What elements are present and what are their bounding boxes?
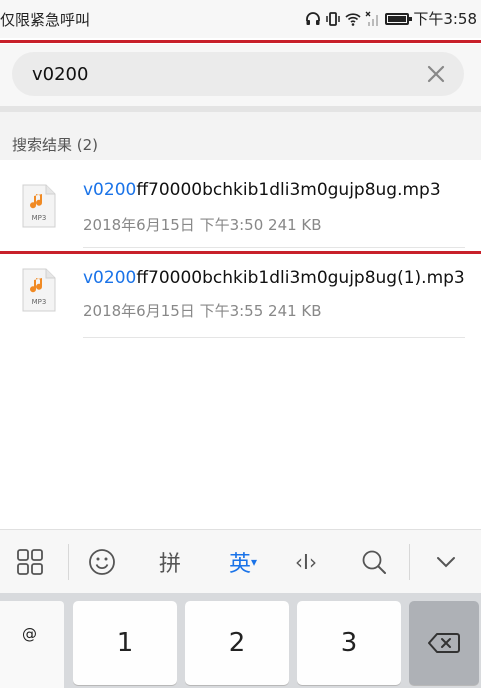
pinyin-mode-button[interactable]: 拼 [148,530,192,593]
emoji-icon[interactable] [80,530,124,593]
english-mode-arrow: ▾ [250,554,258,569]
results-count-label: 搜索结果 (2) [12,136,99,154]
toolbar-separator [68,544,69,580]
file-name: v0200ff70000bchkib1dli3m0gujp8ug(1).mp3 [83,268,468,288]
list-item[interactable]: MP3 v0200ff70000bchkib1dli3m0gujp8ug(1).… [0,254,481,338]
file-name-highlight: v0200 [83,180,137,200]
key-1[interactable]: 1 [73,601,177,685]
file-name-rest: ff70000bchkib1dli3m0gujp8ug(1).mp3 [136,268,465,288]
file-name-highlight: v0200 [83,268,137,288]
search-area [0,44,481,106]
toolbar-separator [409,544,410,580]
file-name: v0200ff70000bchkib1dli3m0gujp8ug.mp3 [83,180,468,200]
item-divider [83,337,465,338]
results-header: 搜索结果 (2) [0,112,481,160]
keyboard-keys: @ 1 2 3 [0,593,481,688]
delete-key[interactable] [409,601,479,685]
key-3[interactable]: 3 [297,601,401,685]
status-bar: 仅限紧急呼叫 下午3:58 [0,0,481,38]
headphones-icon [306,11,321,25]
keyboard-toolbar: 拼 英 ▾ ‹I› [0,529,481,593]
close-icon[interactable] [424,62,448,86]
wifi-icon [345,12,361,26]
english-mode-button[interactable]: 英 ▾ [218,530,268,593]
symbol-at-key[interactable]: @ [22,625,37,643]
mp3-file-icon: MP3 [22,268,56,312]
red-highlight-line [0,40,481,43]
file-type-label: MP3 [32,298,47,306]
list-item[interactable]: MP3 v0200ff70000bchkib1dli3m0gujp8ug.mp3… [0,162,481,248]
cursor-move-icon[interactable]: ‹I› [284,530,328,593]
status-icons: 下午3:58 [305,8,477,29]
carrier-text: 仅限紧急呼叫 [0,11,91,29]
vibrate-icon [326,11,341,26]
search-box[interactable] [12,52,464,96]
file-meta: 2018年6月15日 下午3:50 241 KB [83,216,322,234]
status-time: 下午3:58 [413,10,477,28]
english-mode-label: 英 [228,551,251,577]
symbol-panel[interactable]: @ [0,601,64,688]
backspace-icon [428,633,460,653]
mp3-file-icon: MP3 [22,184,56,228]
grid-menu-icon[interactable] [8,530,52,593]
file-meta: 2018年6月15日 下午3:55 241 KB [83,302,322,320]
file-name-rest: ff70000bchkib1dli3m0gujp8ug.mp3 [136,180,441,200]
search-input[interactable] [32,52,422,96]
file-type-label: MP3 [32,214,47,222]
no-signal-icon [365,11,379,26]
key-2[interactable]: 2 [185,601,289,685]
battery-icon [385,12,413,25]
item-divider [83,247,465,248]
search-icon[interactable] [352,530,396,593]
collapse-keyboard-icon[interactable] [424,530,468,593]
